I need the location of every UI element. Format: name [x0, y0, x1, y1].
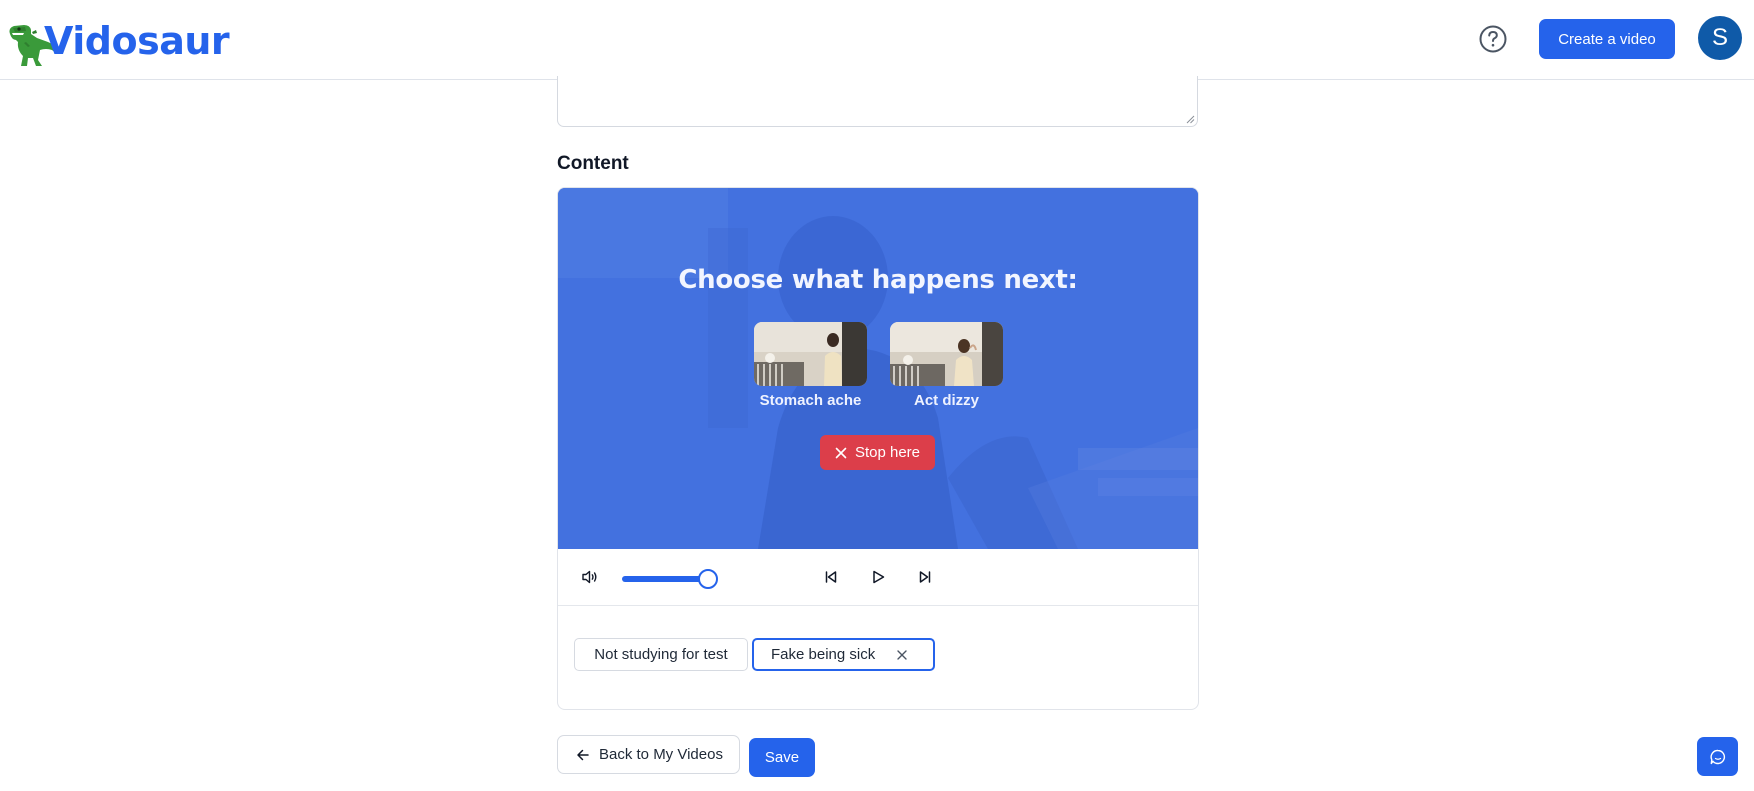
choice-thumbnail: [890, 322, 1003, 386]
choice-label: Act dizzy: [913, 392, 979, 409]
save-button[interactable]: Save: [749, 738, 815, 777]
description-textarea[interactable]: [557, 76, 1198, 127]
top-bar: Vidosaur Create a video S: [0, 0, 1754, 80]
video-player: Choose what happens next: Stomach ache A…: [557, 187, 1199, 710]
choice-label: Stomach ache: [759, 392, 862, 409]
stop-here-button[interactable]: Stop here: [820, 435, 935, 470]
volume-icon[interactable]: [580, 567, 600, 587]
back-to-videos-label: Back to My Videos: [599, 746, 723, 763]
volume-slider-track[interactable]: [622, 576, 708, 582]
close-icon: [835, 447, 847, 458]
resize-handle-icon[interactable]: [1186, 115, 1195, 124]
question-circle-icon: [1479, 25, 1507, 53]
choice-thumbnail: [754, 322, 867, 386]
play-icon[interactable]: [868, 567, 888, 587]
choice-option[interactable]: Act dizzy: [890, 322, 1003, 409]
create-video-button[interactable]: Create a video: [1539, 19, 1675, 59]
brand-logo[interactable]: Vidosaur: [4, 12, 230, 68]
scene-tag[interactable]: Not studying for test: [574, 638, 748, 671]
volume-slider-handle[interactable]: [698, 569, 718, 589]
player-controls: [558, 549, 1198, 606]
video-background-image: [558, 188, 1198, 549]
arrow-left-icon: [577, 749, 589, 760]
brand-name: Vidosaur: [44, 19, 230, 63]
chat-icon: [1710, 749, 1725, 764]
skip-back-icon[interactable]: [821, 567, 841, 587]
scene-tag-selected[interactable]: Fake being sick: [752, 638, 935, 671]
choose-next-heading: Choose what happens next:: [678, 265, 1078, 295]
close-icon[interactable]: [895, 648, 909, 662]
help-button[interactable]: [1478, 24, 1508, 54]
skip-forward-icon[interactable]: [915, 567, 935, 587]
scene-tag-label: Fake being sick: [771, 646, 876, 663]
choice-option[interactable]: Stomach ache: [754, 322, 867, 409]
content-section-label: Content: [557, 153, 629, 174]
chat-support-button[interactable]: [1697, 737, 1738, 776]
avatar[interactable]: S: [1698, 16, 1742, 60]
stop-here-label: Stop here: [854, 444, 921, 461]
back-to-videos-button[interactable]: Back to My Videos: [557, 735, 740, 774]
video-frame[interactable]: Choose what happens next: Stomach ache A…: [558, 188, 1198, 549]
scene-tag-label: Not studying for test: [594, 646, 728, 663]
